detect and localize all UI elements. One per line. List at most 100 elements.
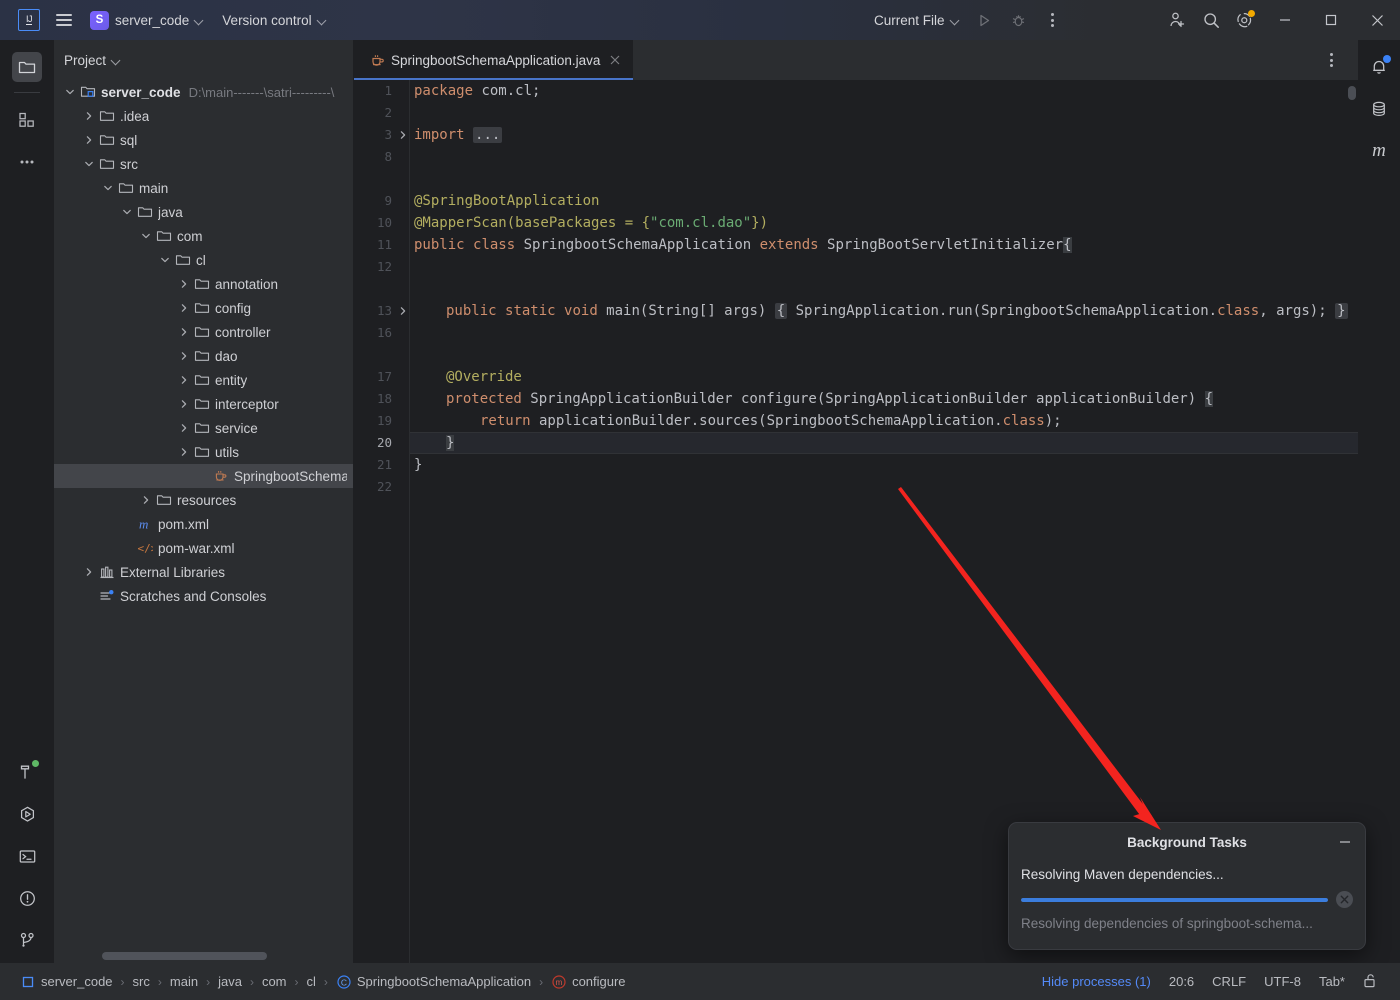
sidebar-item-structure[interactable] [12, 105, 42, 135]
folded-block-close[interactable]: } [1335, 303, 1348, 319]
tree-item[interactable]: interceptor [54, 392, 353, 416]
breadcrumb-item[interactable]: main [164, 971, 204, 992]
fold-toggle-icon[interactable] [396, 300, 410, 322]
tree-item[interactable]: External Libraries [54, 560, 353, 584]
sidebar-item-project[interactable] [12, 52, 42, 82]
background-task-cancel-button[interactable] [1336, 891, 1353, 908]
window-maximize-button[interactable] [1308, 0, 1354, 40]
sidebar-item-run[interactable] [12, 799, 42, 829]
tree-item[interactable]: annotation [54, 272, 353, 296]
chevron-right-icon[interactable] [398, 306, 408, 316]
run-configuration-selector[interactable]: Current File [866, 6, 968, 34]
tree-item[interactable]: sql [54, 128, 353, 152]
hide-processes-button[interactable]: Hide processes (1) [1033, 970, 1160, 993]
intellij-logo[interactable]: IJ [12, 3, 46, 37]
tree-expand-toggle[interactable] [176, 375, 192, 385]
editor-options-button[interactable] [1314, 43, 1348, 77]
chevron-right-icon[interactable] [84, 567, 94, 577]
tree-expand-toggle[interactable] [176, 423, 192, 433]
tree-item[interactable]: controller [54, 320, 353, 344]
debug-button[interactable] [1002, 3, 1036, 37]
editor-gutter[interactable]: 1 2 3 8 9 10 11 12 13 16 17 18 19 20 21 22 [354, 80, 410, 963]
sidebar-item-database[interactable] [1364, 94, 1394, 124]
no-arrow-spacer[interactable] [122, 519, 132, 529]
indent-widget[interactable]: Tab* [1310, 970, 1354, 993]
project-tree[interactable]: server_code D:\main-------\satri---------… [54, 80, 353, 945]
breadcrumb-item[interactable]: com [256, 971, 293, 992]
background-tasks-popup[interactable]: Background Tasks Resolving Maven depende… [1008, 822, 1366, 950]
no-arrow-spacer[interactable] [122, 543, 132, 553]
run-more-button[interactable] [1036, 3, 1070, 37]
editor-vertical-scrollbar-thumb[interactable] [1348, 86, 1356, 100]
chevron-right-icon[interactable] [179, 351, 189, 361]
tree-expand-toggle[interactable] [176, 327, 192, 337]
tree-expand-toggle[interactable] [157, 255, 173, 265]
chevron-down-icon[interactable] [141, 231, 151, 241]
no-arrow-spacer[interactable] [198, 471, 208, 481]
tree-item[interactable]: com [54, 224, 353, 248]
folded-block-open[interactable]: { [774, 303, 788, 319]
no-arrow-spacer[interactable] [84, 591, 94, 601]
breadcrumb-item[interactable]: src [127, 971, 156, 992]
tree-item[interactable]: entity [54, 368, 353, 392]
sidebar-item-terminal[interactable] [12, 841, 42, 871]
tree-item[interactable]: dao [54, 344, 353, 368]
tree-item-selected[interactable]: SpringbootSchemaApplication [54, 464, 353, 488]
sidebar-item-notifications[interactable] [1364, 52, 1394, 82]
tree-expand-toggle[interactable] [138, 231, 154, 241]
editor-tab-springbootschemaapplication[interactable]: SpringbootSchemaApplication.java [354, 40, 634, 80]
chevron-right-icon[interactable] [84, 135, 94, 145]
chevron-right-icon[interactable] [84, 111, 94, 121]
sidebar-item-maven[interactable]: m [1364, 136, 1394, 166]
tree-item[interactable]: m pom.xml [54, 512, 353, 536]
chevron-right-icon[interactable] [179, 375, 189, 385]
project-tree-hscroll-thumb[interactable] [102, 952, 267, 960]
chevron-right-icon[interactable] [179, 279, 189, 289]
chevron-right-icon[interactable] [179, 399, 189, 409]
window-close-button[interactable] [1354, 0, 1400, 40]
tree-expand-toggle[interactable] [100, 183, 116, 193]
chevron-down-icon[interactable] [160, 255, 170, 265]
chevron-right-icon[interactable] [141, 495, 151, 505]
caret-position-widget[interactable]: 20:6 [1160, 970, 1203, 993]
tree-item[interactable]: </> pom-war.xml [54, 536, 353, 560]
tree-expand-toggle[interactable] [138, 495, 154, 505]
tree-item[interactable]: utils [54, 440, 353, 464]
tree-expand-toggle[interactable] [81, 111, 97, 121]
sidebar-item-version-control[interactable] [12, 925, 42, 955]
breadcrumb-item[interactable]: server_code [14, 971, 119, 993]
sidebar-item-more-tool-windows[interactable] [12, 147, 42, 177]
tree-item[interactable]: .idea [54, 104, 353, 128]
tree-item[interactable]: main [54, 176, 353, 200]
line-separator-widget[interactable]: CRLF [1203, 970, 1255, 993]
tree-expand-toggle[interactable] [81, 159, 97, 169]
fold-toggle-icon[interactable] [396, 124, 410, 146]
tree-expand-toggle[interactable] [176, 303, 192, 313]
project-panel-header[interactable]: Project [54, 40, 353, 80]
import-fold-placeholder[interactable]: ... [473, 127, 503, 143]
chevron-right-icon[interactable] [179, 423, 189, 433]
background-tasks-minimize-button[interactable] [1335, 833, 1355, 851]
tree-expand-toggle[interactable] [176, 399, 192, 409]
chevron-right-icon[interactable] [179, 327, 189, 337]
tree-expand-toggle[interactable] [62, 87, 78, 97]
tree-item[interactable]: service [54, 416, 353, 440]
breadcrumb-item[interactable]: cl [301, 971, 322, 992]
settings-button[interactable] [1228, 3, 1262, 37]
tree-expand-toggle[interactable] [176, 447, 192, 457]
window-minimize-button[interactable] [1262, 0, 1308, 40]
main-menu-button[interactable] [48, 6, 80, 34]
readonly-toggle-button[interactable] [1354, 969, 1386, 995]
code-with-me-button[interactable] [1160, 3, 1194, 37]
version-control-widget[interactable]: Version control [214, 6, 334, 34]
encoding-widget[interactable]: UTF-8 [1255, 970, 1310, 993]
chevron-down-icon[interactable] [122, 207, 132, 217]
tree-expand-toggle[interactable] [81, 135, 97, 145]
tree-item[interactable]: config [54, 296, 353, 320]
tree-item[interactable]: src [54, 152, 353, 176]
tree-item[interactable]: cl [54, 248, 353, 272]
tree-item[interactable]: resources [54, 488, 353, 512]
project-selector[interactable]: S server_code [82, 6, 212, 34]
breadcrumb-item[interactable]: C SpringbootSchemaApplication [330, 971, 537, 993]
chevron-down-icon[interactable] [103, 183, 113, 193]
